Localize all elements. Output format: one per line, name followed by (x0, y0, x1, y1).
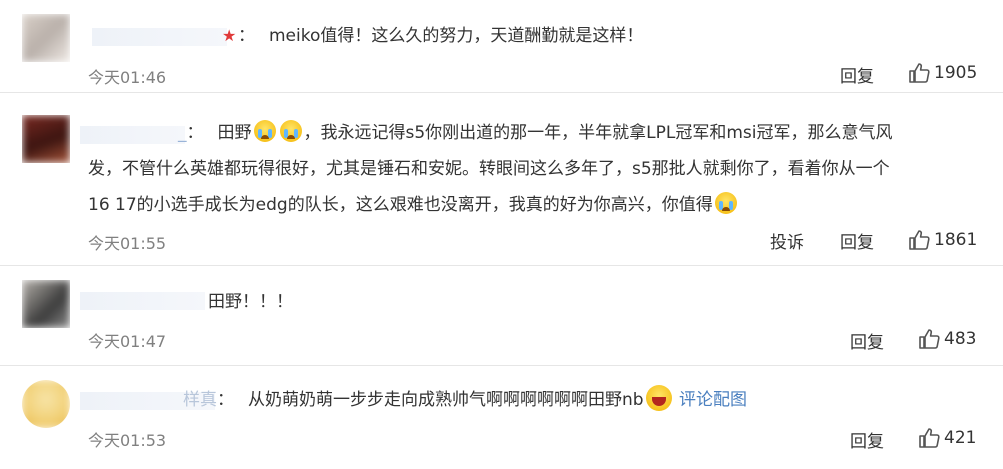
comment-item: ★ ： meiko值得！这么久的努力，天道酬勤就是这样！ 今天01:46 回复 1… (0, 0, 1003, 93)
crying-emoji-icon (253, 120, 276, 142)
crying-emoji-icon (279, 120, 302, 142)
thumbs-up-icon (908, 62, 930, 84)
comment-item: _： 田野 ，我永远记得s5你刚出道的那一年，半年就拿LPL冠军和msi冠军，那么意… (0, 93, 1003, 266)
comment-body: meiko值得！这么久的努力，天道酬勤就是这样！ (269, 26, 644, 46)
crying-emoji-icon (714, 192, 737, 214)
reply-button[interactable]: 回复 (840, 62, 874, 87)
avatar[interactable] (22, 14, 70, 62)
member-badge-icon: ★ (222, 26, 237, 45)
thumbs-up-icon (908, 229, 930, 251)
laughing-emoji-icon (645, 385, 672, 411)
name-suffix: _ (178, 123, 187, 143)
like-count: 1905 (934, 63, 978, 83)
like-count: 421 (944, 428, 977, 448)
comment-body: 田野！！！ (208, 292, 293, 312)
comment-image-link[interactable]: 评论配图 (679, 390, 747, 410)
comment-text: ★ ： meiko值得！这么久的努力，天道酬勤就是这样！ (88, 18, 981, 54)
like-button[interactable]: 1861 (908, 229, 977, 251)
timestamp: 今天01:46 (88, 68, 167, 87)
comment-body-part: 田野 (217, 123, 252, 143)
comment-body-line: 发，不管什么英雄都玩得很好，尤其是锤石和安妮。转眼间这么多年了，s5那批人就剩你… (88, 159, 890, 179)
comment-text: 样真： 从奶萌奶萌一步步走向成熟帅气啊啊啊啊啊啊田野nb 评论配图 (88, 382, 981, 418)
name-separator: ： (238, 26, 255, 46)
comment-body-part: ，我永远记得s5你刚出道的那一年，半年就拿LPL冠军和msi冠军，那么意气风 (303, 123, 893, 143)
like-button[interactable]: 1905 (908, 62, 977, 84)
reply-button[interactable]: 回复 (850, 427, 884, 452)
thumbs-up-icon (918, 328, 940, 350)
timestamp: 今天01:47 (88, 332, 167, 351)
name-suffix: 样真 (183, 390, 217, 410)
comment-body: 从奶萌奶萌一步步走向成熟帅气啊啊啊啊啊啊田野nb (248, 390, 644, 410)
like-count: 483 (944, 329, 977, 349)
reply-button[interactable]: 回复 (850, 328, 884, 353)
comment-body-line: 16 17的小选手成长为edg的队长，这么艰难也没离开，我真的好为你高兴，你值得 (88, 195, 713, 215)
like-button[interactable]: 483 (918, 328, 976, 350)
like-button[interactable]: 421 (918, 427, 976, 449)
reply-button[interactable]: 回复 (840, 228, 874, 253)
comment-item: 样真： 从奶萌奶萌一步步走向成熟帅气啊啊啊啊啊啊田野nb 评论配图 今天01:53… (0, 366, 1003, 469)
report-button[interactable]: 投诉 (770, 228, 804, 253)
comment-item: 田野！！！ 今天01:47 回复 483 (0, 266, 1003, 366)
comment-text: _： 田野 ，我永远记得s5你刚出道的那一年，半年就拿LPL冠军和msi冠军，那么意… (88, 115, 981, 223)
timestamp: 今天01:53 (88, 431, 167, 450)
name-separator: ： (186, 123, 204, 143)
name-separator: ： (217, 390, 234, 410)
avatar[interactable] (22, 280, 70, 328)
thumbs-up-icon (918, 427, 940, 449)
avatar[interactable] (22, 115, 70, 163)
comment-text: 田野！！！ (88, 284, 981, 320)
avatar[interactable] (22, 380, 70, 428)
like-count: 1861 (934, 230, 978, 250)
timestamp: 今天01:55 (88, 234, 167, 253)
